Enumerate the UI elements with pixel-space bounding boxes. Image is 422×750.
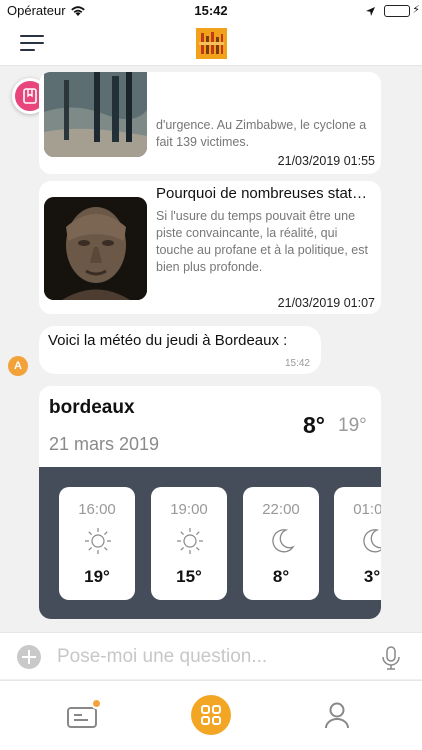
app-logo (196, 28, 227, 59)
article-title: Pourquoi de nombreuses stat… (156, 185, 367, 202)
forecast-hour: 22:00 (262, 501, 300, 518)
menu-button[interactable] (20, 35, 44, 53)
location-arrow-icon (365, 5, 376, 20)
question-bar (0, 632, 422, 679)
temperature-max: 8° (303, 412, 325, 438)
notification-dot (91, 698, 102, 709)
moon-icon (272, 529, 295, 553)
hour-forecast-card: 16:00 19° (59, 487, 135, 600)
forecast-temp: 8° (272, 567, 290, 586)
sun-icon (177, 528, 203, 554)
charging-icon: ⚡ (412, 4, 420, 16)
article-thumbnail (44, 197, 147, 300)
user-icon (325, 702, 349, 729)
status-bar: Opérateur 15:42 ⚡ (0, 0, 422, 22)
moon-icon (363, 529, 381, 553)
article-card[interactable]: Pourquoi de nombreuses stat… Si l'usure … (39, 181, 381, 314)
bookmark-icon (23, 88, 37, 104)
article-thumbnail (44, 72, 147, 157)
microphone-button[interactable] (379, 645, 403, 671)
tab-bar (0, 680, 422, 750)
article-card[interactable]: d'urgence. Au Zimbabwe, le cyclone a fai… (39, 72, 381, 174)
article-snippet: Si l'usure du temps pouvait être une pis… (156, 209, 368, 274)
article-snippet: d'urgence. Au Zimbabwe, le cyclone a fai… (156, 118, 367, 149)
article-date: 21/03/2019 01:55 (277, 154, 375, 168)
forecast-hour: 01:00 (353, 501, 381, 518)
weather-city: bordeaux (49, 397, 135, 418)
temperature-min: 19° (338, 415, 367, 436)
message-time: 15:42 (284, 358, 310, 369)
tab-home[interactable] (191, 695, 231, 735)
assistant-avatar: A (8, 356, 28, 376)
status-time: 15:42 (194, 3, 228, 18)
tab-news[interactable] (66, 698, 102, 731)
app-header (0, 22, 422, 66)
hourly-forecast[interactable]: 16:00 19° 19:00 15° 22:00 8° 01:0 3° (39, 467, 381, 619)
chat-message: Voici la météo du jeudi à Bordeaux : (48, 332, 288, 349)
forecast-hour: 19:00 (170, 501, 208, 518)
forecast-hour: 16:00 (78, 501, 116, 518)
add-button[interactable] (17, 645, 41, 669)
sun-icon (85, 528, 111, 554)
hour-forecast-card: 22:00 8° (243, 487, 319, 600)
hour-forecast-card: 01:00 3° (334, 487, 381, 600)
question-input[interactable] (57, 645, 357, 669)
forecast-temp: 3° (363, 567, 381, 586)
weather-card: bordeaux 21 mars 2019 8° 19° 16:00 19° 1… (39, 386, 381, 619)
weather-date: 21 mars 2019 (49, 434, 160, 454)
hour-forecast-card: 19:00 15° (151, 487, 227, 600)
grid-icon (201, 705, 221, 725)
chat-bubble: Voici la météo du jeudi à Bordeaux : 15:… (39, 326, 321, 374)
forecast-temp: 15° (176, 567, 202, 586)
battery-icon (384, 5, 410, 17)
tab-profile[interactable] (324, 701, 350, 729)
article-date: 21/03/2019 01:07 (277, 296, 375, 310)
microphone-icon (382, 646, 400, 670)
forecast-temp: 19° (84, 567, 110, 586)
